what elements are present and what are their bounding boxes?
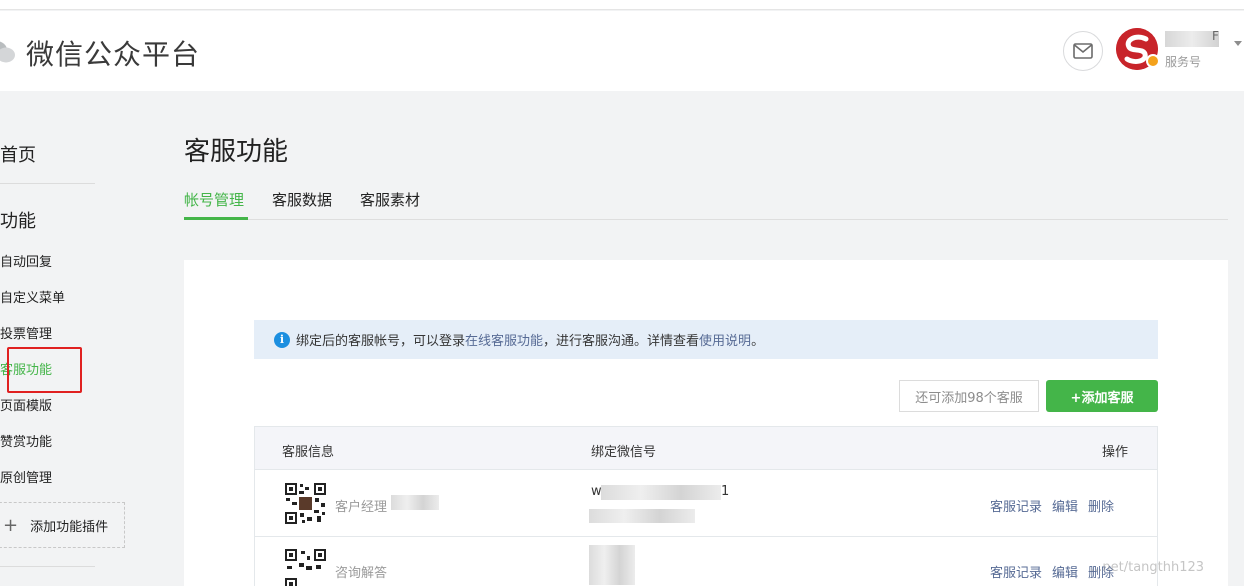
sidebar-item-page-template[interactable]: 页面模版 — [0, 395, 52, 414]
sidebar-group-title: 功能 — [0, 211, 36, 232]
active-tab-indicator — [184, 217, 248, 220]
notice-text-2: ，进行客服沟通。详情查看 — [543, 334, 700, 349]
notice-text-1: 绑定后的客服帐号，可以登录 — [296, 334, 466, 349]
sidebar-divider — [0, 183, 95, 184]
name-redacted — [391, 495, 439, 510]
add-service-button[interactable]: +添加客服 — [1046, 380, 1158, 412]
table-header: 客服信息 绑定微信号 操作 — [255, 427, 1157, 470]
sidebar-divider — [0, 566, 95, 567]
column-header-info: 客服信息 — [282, 445, 335, 460]
wechat-id-redacted — [589, 545, 635, 585]
quota-remaining: 还可添加98个客服 — [899, 380, 1039, 412]
info-icon: i — [274, 331, 290, 348]
qr-code-icon — [284, 548, 327, 586]
sidebar-item-original[interactable]: 原创管理 — [0, 467, 52, 486]
service-record-link[interactable]: 客服记录 — [990, 566, 1042, 581]
account-type: 服务号 — [1165, 55, 1202, 69]
tab-service-material[interactable]: 客服素材 — [360, 189, 420, 210]
online-service-link[interactable]: 在线客服功能 — [465, 330, 543, 349]
column-header-wechat: 绑定微信号 — [591, 445, 657, 460]
table-row: 客户经理 w 1 客服记录 编辑 删除 — [255, 471, 1157, 537]
column-header-actions: 操作 — [1102, 445, 1129, 460]
notice-text-3: 。 — [751, 334, 765, 349]
sidebar-item-vote[interactable]: 投票管理 — [0, 323, 52, 342]
account-name-redacted — [1165, 31, 1219, 47]
top-edge — [0, 0, 1244, 10]
add-plugin-button[interactable]: + 添加功能插件 — [0, 502, 125, 548]
qr-code-icon — [284, 482, 327, 525]
sidebar-item-custom-menu[interactable]: 自定义菜单 — [0, 287, 65, 306]
sidebar-item-auto-reply[interactable]: 自动回复 — [0, 251, 52, 270]
wechat-id-suffix: 1 — [721, 484, 730, 499]
highlight-box — [7, 347, 82, 393]
add-plugin-label: 添加功能插件 — [30, 519, 109, 535]
sidebar-item-home[interactable]: 首页 — [0, 141, 36, 167]
wechat-nick-redacted — [589, 509, 695, 523]
platform-brand[interactable]: 微信公众平台 — [26, 33, 200, 73]
service-name: 客户经理 — [335, 500, 388, 515]
wechat-logo-icon — [0, 41, 15, 63]
message-button[interactable] — [1063, 31, 1103, 71]
table-row: 咨询解答 客服记录 编辑 删除 — [255, 537, 1157, 586]
wechat-id-redacted — [601, 485, 721, 500]
account-name-tail: F — [1212, 29, 1219, 43]
page-title: 客服功能 — [184, 137, 289, 167]
tab-account-management[interactable]: 帐号管理 — [184, 189, 244, 210]
top-header: 微信公众平台 F 服务号 — [0, 11, 1244, 91]
watermark: ...net/tangthh123 — [1090, 560, 1205, 575]
verified-badge-icon — [1146, 54, 1160, 68]
tab-service-data[interactable]: 客服数据 — [272, 189, 332, 210]
usage-guide-link[interactable]: 使用说明 — [699, 330, 751, 349]
edit-link[interactable]: 编辑 — [1052, 500, 1078, 515]
service-account-table: 客服信息 绑定微信号 操作 客户经理 w 1 客服记录 编辑 删除 咨询解答 客… — [254, 426, 1158, 586]
row-actions: 客服记录 编辑 删除 — [990, 496, 1124, 515]
tab-bar: 帐号管理 客服数据 客服素材 — [184, 186, 1228, 220]
service-record-link[interactable]: 客服记录 — [990, 500, 1042, 515]
delete-link[interactable]: 删除 — [1088, 500, 1114, 515]
mail-icon — [1073, 43, 1093, 59]
sidebar-item-reward[interactable]: 赞赏功能 — [0, 431, 52, 450]
edit-link[interactable]: 编辑 — [1052, 566, 1078, 581]
plus-icon: + — [3, 514, 19, 536]
service-name: 咨询解答 — [335, 566, 388, 581]
chevron-down-icon[interactable] — [1234, 41, 1242, 46]
info-notice: i 绑定后的客服帐号，可以登录 在线客服功能 ，进行客服沟通。详情查看 使用说明… — [254, 320, 1158, 359]
